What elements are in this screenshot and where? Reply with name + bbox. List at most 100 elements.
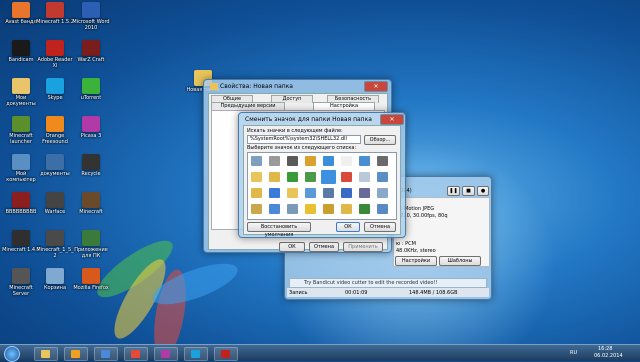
folder-gear-icon[interactable] (251, 188, 262, 198)
stop-button[interactable]: ■ (462, 186, 475, 196)
folder-icon[interactable] (251, 172, 262, 182)
help-icon[interactable] (341, 188, 352, 198)
desktop-icon-app[interactable]: Приложение для ПК (72, 230, 110, 259)
desktop-icon-firefox[interactable]: Mozilla Firefox (72, 268, 110, 291)
icon-list[interactable] (247, 152, 397, 220)
adobe-reader-icon (46, 40, 64, 56)
chart-icon[interactable] (269, 204, 280, 214)
lock-icon[interactable] (323, 204, 334, 214)
taskbar-bandicam-button[interactable] (214, 347, 238, 361)
bandicam-icon (12, 40, 30, 56)
desktop-icon-label: uTorrent (80, 95, 102, 101)
arrow-icon[interactable] (305, 172, 316, 182)
desktop-icon-server[interactable]: Minecraft Server (2, 268, 40, 297)
settings-button[interactable]: Настройки (395, 256, 437, 266)
desktop-icon-bandicam[interactable]: Bandicam (2, 40, 40, 63)
grid-icon[interactable] (323, 188, 334, 198)
desktop-icon-documents-folder[interactable]: Мои документы (2, 78, 40, 107)
desktop-icon-label: Recycle (81, 171, 101, 177)
icon-file-path-input[interactable]: %SystemRoot%\system32\SHELL32.dll (247, 135, 361, 144)
change-icon-ok-button[interactable]: ОК (336, 222, 360, 232)
properties-apply-button[interactable]: Применить (343, 242, 383, 252)
change-icon-window[interactable]: Сменить значок для папки Новая папка ✕ И… (238, 112, 406, 238)
desktop-icon-game-recycle[interactable]: Recycle (72, 154, 110, 177)
pc-icon[interactable] (287, 204, 298, 214)
frame-icon[interactable] (377, 188, 388, 198)
tab-previous-versions[interactable]: Предыдущие версии (211, 102, 285, 110)
printer-fax-icon[interactable] (377, 156, 388, 166)
taskbar-media-button[interactable] (64, 347, 88, 361)
desktop-icon-word[interactable]: Microsoft Word 2010 (72, 2, 110, 31)
folder-open-icon[interactable] (269, 172, 280, 182)
desktop-icon-label: Avast бандл (5, 19, 37, 25)
desktop-icon-minecraft-old[interactable]: Minecraft 1.4.7 (2, 230, 40, 253)
desktop-icon-minecraft-block[interactable]: Minecraft (72, 192, 110, 215)
selected-icon[interactable] (321, 170, 336, 184)
star-icon[interactable] (305, 204, 316, 214)
taskbar-browser-button[interactable] (94, 347, 118, 361)
desktop-icon-adobe-reader[interactable]: Adobe Reader XI (36, 40, 74, 69)
templates-button[interactable]: Шаблоны (439, 256, 481, 266)
desktop-icon-utorrent[interactable]: uTorrent (72, 78, 110, 101)
printer-icon[interactable] (287, 156, 298, 166)
globe-icon[interactable] (269, 188, 280, 198)
delete-icon[interactable] (341, 172, 352, 182)
screenshot-button[interactable]: ● (477, 186, 489, 196)
minecraft-pack-icon (46, 230, 64, 246)
cd-icon[interactable] (359, 172, 370, 182)
taskbar: RU 16:28 06.02.2014 (0, 344, 640, 362)
browse-button[interactable]: Обзор... (364, 135, 396, 145)
properties-cancel-button[interactable]: Отмена (309, 242, 339, 252)
picasa-icon (82, 116, 100, 132)
tree-icon[interactable] (287, 172, 298, 182)
taskbar-yandex-button[interactable] (124, 347, 148, 361)
user-icon[interactable] (377, 204, 388, 214)
desktop-icon-freesound[interactable]: Orange Freesound (36, 116, 74, 145)
desktop-icon-minecraft[interactable]: Minecraft 1.5.2 (36, 2, 74, 25)
search-key-icon[interactable] (305, 156, 316, 166)
taskbar-skype-button[interactable] (184, 347, 208, 361)
desktop-icon-skype[interactable]: Skype (36, 78, 74, 101)
change-icon-close-button[interactable]: ✕ (380, 114, 404, 125)
drive-icon[interactable] (269, 156, 280, 166)
record-size: 148.4MB / 108.6GB (409, 290, 458, 296)
desktop-icon-recycle-bin[interactable]: Корзина (36, 268, 74, 291)
change-icon-title: Сменить значок для папки Новая папка (245, 116, 372, 123)
pen-icon[interactable] (359, 204, 370, 214)
desktop-icon-game[interactable]: BBBBBBBBB (2, 192, 40, 215)
restore-defaults-button[interactable]: Восстановить умолчания (247, 222, 311, 238)
tab-customize[interactable]: Настройка (313, 102, 375, 110)
properties-close-button[interactable]: ✕ (364, 81, 388, 92)
promo-text: Try Bandicut video cutter to edit the re… (304, 280, 438, 286)
properties-ok-button[interactable]: ОК (279, 242, 305, 252)
desktop-icon-warz[interactable]: WarZ Craft (72, 40, 110, 63)
cog-folder-icon[interactable] (341, 204, 352, 214)
network-icon[interactable] (323, 156, 334, 166)
shield-folder-icon[interactable] (251, 204, 262, 214)
sound-icon[interactable] (359, 188, 370, 198)
promo-bar[interactable]: Try Bandicut video cutter to edit the re… (289, 278, 487, 288)
change-icon-cancel-button[interactable]: Отмена (364, 222, 396, 232)
taskbar-explorer-button[interactable] (34, 347, 58, 361)
computer-icon[interactable] (377, 172, 388, 182)
mail-icon[interactable] (287, 188, 298, 198)
desktop-icon-monitor[interactable]: документы (36, 154, 74, 177)
taskbar-picasa-button[interactable] (154, 347, 178, 361)
desktop-icon-avast[interactable]: Avast бандл (2, 2, 40, 25)
clock-date[interactable]: 06.02.2014 (594, 353, 623, 359)
status-bar: Запись 00:01:09 148.4MB / 108.6GB (287, 288, 489, 297)
empty-icon[interactable] (341, 156, 352, 166)
avast-icon (12, 2, 30, 18)
floppy-icon[interactable] (251, 156, 262, 166)
language-indicator[interactable]: RU (570, 350, 577, 356)
clock-time[interactable]: 16:28 (598, 346, 612, 352)
monitors-icon[interactable] (359, 156, 370, 166)
utorrent-icon (82, 78, 100, 94)
window-icon[interactable] (305, 188, 316, 198)
desktop-icon-picasa[interactable]: Picasa 3 (72, 116, 110, 139)
desktop-icon-warface[interactable]: Warface (36, 192, 74, 215)
desktop-icon-minecraft-grass[interactable]: Minecraft launcher (2, 116, 40, 145)
desktop-icon-minecraft-pack[interactable]: Minecraft_1_5_2 (36, 230, 74, 259)
desktop-icon-computer[interactable]: Мой компьютер (2, 154, 40, 183)
pause-button[interactable]: ❚❚ (447, 186, 460, 196)
